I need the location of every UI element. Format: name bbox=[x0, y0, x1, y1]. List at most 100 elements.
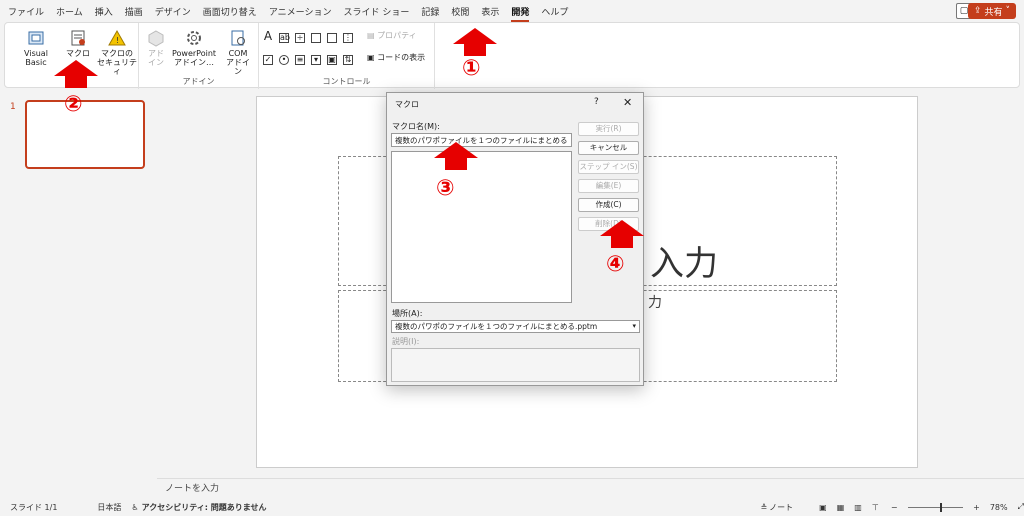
zoom-out-icon[interactable]: − bbox=[891, 503, 898, 512]
arrow-stem-2 bbox=[65, 76, 87, 88]
security-label-2: セキュリティ bbox=[97, 58, 137, 76]
visual-basic-icon bbox=[28, 31, 44, 45]
close-icon[interactable]: ✕ bbox=[623, 96, 632, 109]
arrow-stem-3 bbox=[445, 158, 467, 170]
description-label: 説明(I): bbox=[392, 337, 420, 346]
visual-basic-label: Visual Basic bbox=[24, 49, 48, 67]
tab-animations[interactable]: アニメーション bbox=[269, 5, 332, 18]
notes-toggle-label[interactable]: ノート bbox=[769, 502, 793, 513]
slide-number: 1 bbox=[10, 102, 16, 112]
status-language: 日本語 bbox=[97, 502, 122, 512]
toggle-control-icon[interactable]: ⇅ bbox=[343, 55, 353, 65]
arrow-head-3 bbox=[434, 142, 478, 158]
image-control-icon[interactable]: ▣ bbox=[327, 55, 337, 65]
zoom-slider-thumb[interactable] bbox=[939, 502, 942, 512]
label-control-icon[interactable]: A bbox=[263, 30, 273, 42]
create-button[interactable]: 作成(C) bbox=[578, 198, 639, 212]
macro-label: マクロ bbox=[66, 49, 90, 58]
status-slide-count: スライド 1/1 bbox=[10, 502, 58, 512]
properties-button[interactable]: ▤ プロパティ bbox=[367, 31, 427, 40]
addin-group: アド イン PowerPoint アドイン… COM アドイン アドイン bbox=[139, 23, 259, 89]
tab-file[interactable]: ファイル bbox=[8, 5, 44, 18]
tab-home[interactable]: ホーム bbox=[56, 5, 83, 18]
status-accessibility[interactable]: アクセシビリティ: 問題ありません bbox=[142, 502, 267, 513]
com-addin-label-2: アドイン bbox=[226, 58, 250, 76]
pp-addin-label-2: アドイン… bbox=[174, 58, 214, 67]
zoom-slider[interactable] bbox=[907, 502, 964, 512]
ribbon: Visual Basic マクロ ! マクロの セキュリティ アド イン Pow… bbox=[4, 22, 1020, 89]
tab-insert[interactable]: 挿入 bbox=[95, 5, 113, 18]
addin-label-2: イン bbox=[148, 58, 164, 67]
combobox-control-icon[interactable]: ▾ bbox=[311, 55, 321, 65]
security-label-1: マクロの bbox=[101, 49, 133, 58]
properties-label: プロパティ bbox=[377, 31, 417, 40]
macro-button[interactable]: マクロ bbox=[65, 29, 91, 58]
description-box bbox=[391, 348, 640, 382]
share-label: 共有 bbox=[984, 7, 1003, 18]
tab-transitions[interactable]: 画面切り替え bbox=[203, 5, 257, 18]
cancel-button[interactable]: キャンセル bbox=[578, 141, 639, 155]
tab-slideshow[interactable]: スライド ショー bbox=[343, 5, 409, 18]
macro-dialog: マクロ ? ✕ マクロ名(M): 複数のパワポファイルを１つのファイルにまとめる… bbox=[386, 92, 644, 386]
tab-design[interactable]: デザイン bbox=[155, 5, 191, 18]
tab-record[interactable]: 記録 bbox=[421, 5, 439, 18]
chevron-down-icon: ▾ bbox=[632, 322, 636, 330]
fit-slide-icon[interactable]: ⤢ bbox=[1018, 502, 1024, 512]
arrow-head-2 bbox=[54, 60, 98, 76]
share-button[interactable]: ⇪ 共有 ˅ bbox=[967, 3, 1016, 19]
arrow-stem-1 bbox=[464, 44, 486, 56]
view-code-label: コードの表示 bbox=[377, 53, 426, 62]
addin-label-1: アド bbox=[148, 49, 164, 58]
macro-security-button[interactable]: ! マクロの セキュリティ bbox=[97, 29, 137, 76]
notes-placeholder: ノートを入力 bbox=[165, 484, 220, 494]
tab-view[interactable]: 表示 bbox=[481, 5, 499, 18]
step-in-button[interactable]: ステップ イン(S) bbox=[578, 160, 639, 174]
zoom-in-icon[interactable]: + bbox=[973, 503, 980, 512]
annotation-number-4: ④ bbox=[606, 252, 625, 277]
zoom-level[interactable]: 78% bbox=[990, 503, 1008, 512]
help-icon[interactable]: ? bbox=[594, 97, 599, 107]
reading-view-icon[interactable]: ▥ bbox=[854, 503, 862, 512]
share-icon: ⇪ bbox=[973, 6, 982, 16]
tab-draw[interactable]: 描画 bbox=[125, 5, 143, 18]
notes-pane[interactable]: ノートを入力 bbox=[157, 478, 1024, 498]
radio-control-icon[interactable]: • bbox=[279, 55, 289, 65]
svg-text:!: ! bbox=[116, 36, 119, 45]
run-button[interactable]: 実行(R) bbox=[578, 122, 639, 136]
slide-sorter-icon[interactable]: ▦ bbox=[837, 503, 845, 512]
accessibility-icon[interactable]: ♿ bbox=[131, 503, 138, 512]
visual-basic-button[interactable]: Visual Basic bbox=[13, 29, 59, 67]
tab-help[interactable]: ヘルプ bbox=[541, 5, 568, 18]
listbox-control-icon[interactable]: ≡ bbox=[295, 55, 305, 65]
textbox-control-icon[interactable]: ab bbox=[279, 33, 290, 43]
arrow-stem-4 bbox=[611, 236, 633, 248]
edit-button[interactable]: 編集(E) bbox=[578, 179, 639, 193]
notes-toggle-icon[interactable]: ≙ bbox=[760, 503, 767, 512]
location-value: 複数のパワポのファイルを１つのファイルにまとめる.pptm bbox=[395, 322, 598, 331]
macro-name-input[interactable]: 複数のパワポファイルを１つのファイルにまとめる bbox=[391, 133, 572, 147]
frame-control-icon[interactable] bbox=[327, 33, 337, 43]
button-control-icon[interactable] bbox=[311, 33, 321, 43]
warning-icon: ! bbox=[108, 29, 126, 46]
gear-icon bbox=[187, 31, 201, 45]
tab-review[interactable]: 校閲 bbox=[451, 5, 469, 18]
menu-bar: ファイル ホーム 挿入 描画 デザイン 画面切り替え アニメーション スライド … bbox=[0, 0, 1024, 22]
normal-view-icon[interactable]: ▣ bbox=[819, 503, 827, 512]
location-label: 場所(A): bbox=[392, 309, 423, 318]
tab-developer[interactable]: 開発 bbox=[511, 5, 530, 22]
slide-thumbnail[interactable] bbox=[25, 100, 145, 169]
com-addin-label-1: COM bbox=[228, 49, 248, 58]
addin-button[interactable]: アド イン bbox=[145, 29, 167, 67]
macro-list[interactable] bbox=[391, 151, 572, 303]
scroll-control-icon[interactable]: ⋮ bbox=[343, 33, 353, 43]
controls-group-label: コントロール bbox=[322, 77, 371, 86]
powerpoint-addin-button[interactable]: PowerPoint アドイン… bbox=[169, 29, 219, 67]
view-code-button[interactable]: ▣ コードの表示 bbox=[367, 53, 433, 62]
slideshow-icon[interactable]: ⊤ bbox=[872, 503, 879, 512]
addin-group-label: アドイン bbox=[182, 77, 215, 86]
checkbox-control-icon[interactable]: ✓ bbox=[263, 55, 273, 65]
location-select[interactable]: 複数のパワポのファイルを１つのファイルにまとめる.pptm ▾ bbox=[391, 320, 640, 333]
controls-group: A ab ÷ ⋮ ✓ • ≡ ▾ ▣ ⇅ ▤ プロパティ ▣ コードの表示 コン… bbox=[259, 23, 435, 89]
spin-control-icon[interactable]: ÷ bbox=[295, 33, 305, 43]
com-addin-button[interactable]: COM アドイン bbox=[223, 29, 253, 76]
